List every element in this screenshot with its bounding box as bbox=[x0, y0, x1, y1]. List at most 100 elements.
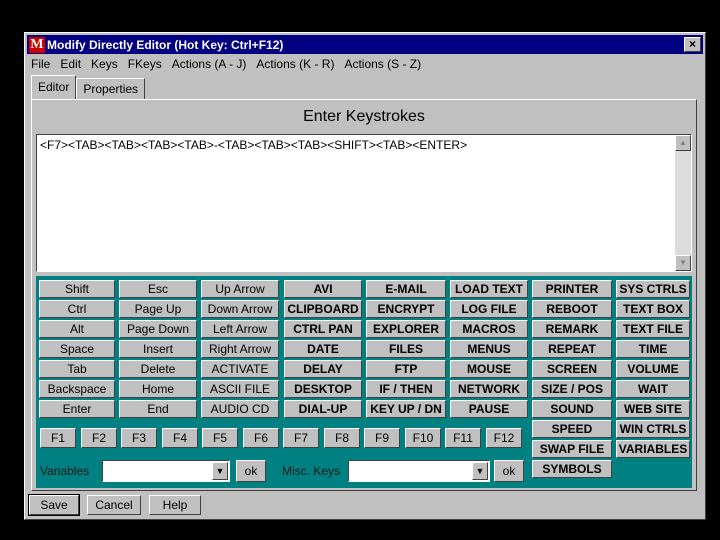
vertical-scrollbar[interactable]: ▲ ▼ bbox=[675, 135, 691, 271]
menu-actions-k-r[interactable]: Actions (K - R) bbox=[256, 57, 334, 71]
key-button[interactable]: TEXT BOX bbox=[616, 300, 690, 318]
menu-actions-a-j[interactable]: Actions (A - J) bbox=[172, 57, 247, 71]
key-button[interactable]: CLIPBOARD bbox=[284, 300, 362, 318]
misc-keys-ok-button[interactable]: ok bbox=[494, 460, 524, 482]
function-key-button[interactable]: F6 bbox=[243, 428, 279, 448]
key-button[interactable]: EXPLORER bbox=[366, 320, 446, 338]
function-key-button[interactable]: F10 bbox=[405, 428, 441, 448]
key-button[interactable]: ACTIVATE bbox=[201, 360, 279, 378]
key-buttons-panel: Variables ▼ ok Misc. Keys ▼ ok Shift Ctrl… bbox=[36, 276, 692, 488]
menu-actions-s-z[interactable]: Actions (S - Z) bbox=[344, 57, 421, 71]
key-button[interactable]: SIZE / POS bbox=[532, 380, 612, 398]
key-button[interactable]: FILES bbox=[366, 340, 446, 358]
key-button[interactable]: Enter bbox=[39, 400, 115, 418]
function-key-button[interactable]: F2 bbox=[81, 428, 117, 448]
key-button[interactable]: Space bbox=[39, 340, 115, 358]
function-key-button[interactable]: F7 bbox=[283, 428, 319, 448]
menu-fkeys[interactable]: FKeys bbox=[128, 57, 162, 71]
key-button[interactable]: WIN CTRLS bbox=[616, 420, 690, 438]
key-button[interactable]: Alt bbox=[39, 320, 115, 338]
key-button[interactable]: ENCRYPT bbox=[366, 300, 446, 318]
key-button[interactable]: MENUS bbox=[450, 340, 528, 358]
key-button[interactable]: DIAL-UP bbox=[284, 400, 362, 418]
key-button[interactable]: CTRL PAN bbox=[284, 320, 362, 338]
key-button[interactable]: Home bbox=[119, 380, 197, 398]
key-button[interactable]: SYMBOLS bbox=[532, 460, 612, 478]
key-button[interactable]: Page Down bbox=[119, 320, 197, 338]
key-button[interactable]: Backspace bbox=[39, 380, 115, 398]
key-button[interactable]: ASCII FILE bbox=[201, 380, 279, 398]
key-button[interactable]: Delete bbox=[119, 360, 197, 378]
key-button[interactable]: NETWORK bbox=[450, 380, 528, 398]
function-key-button[interactable]: F1 bbox=[40, 428, 76, 448]
key-button[interactable]: WAIT bbox=[616, 380, 690, 398]
key-button[interactable]: SYS CTRLS bbox=[616, 280, 690, 298]
key-button[interactable]: SCREEN bbox=[532, 360, 612, 378]
key-button[interactable]: MACROS bbox=[450, 320, 528, 338]
key-button[interactable]: LOG FILE bbox=[450, 300, 528, 318]
key-button[interactable]: Insert bbox=[119, 340, 197, 358]
scroll-up-icon[interactable]: ▲ bbox=[675, 135, 691, 151]
scroll-down-icon[interactable]: ▼ bbox=[675, 255, 691, 271]
key-button[interactable]: AVI bbox=[284, 280, 362, 298]
key-button[interactable]: SPEED bbox=[532, 420, 612, 438]
key-button[interactable]: Esc bbox=[119, 280, 197, 298]
menu-keys[interactable]: Keys bbox=[91, 57, 118, 71]
key-button[interactable]: Tab bbox=[39, 360, 115, 378]
function-key-button[interactable]: F9 bbox=[364, 428, 400, 448]
key-button[interactable]: AUDIO CD bbox=[201, 400, 279, 418]
variables-ok-button[interactable]: ok bbox=[236, 460, 266, 482]
function-key-button[interactable]: F3 bbox=[121, 428, 157, 448]
key-button[interactable]: REBOOT bbox=[532, 300, 612, 318]
save-button[interactable]: Save bbox=[28, 494, 80, 516]
page-title: Enter Keystrokes bbox=[303, 108, 425, 125]
key-button[interactable]: KEY UP / DN bbox=[366, 400, 446, 418]
key-button[interactable]: Page Up bbox=[119, 300, 197, 318]
key-button[interactable]: End bbox=[119, 400, 197, 418]
key-button[interactable]: VARIABLES bbox=[616, 440, 690, 458]
key-button[interactable]: TIME bbox=[616, 340, 690, 358]
variables-label: Variables bbox=[40, 464, 90, 478]
key-button[interactable]: Right Arrow bbox=[201, 340, 279, 358]
key-button[interactable]: LOAD TEXT bbox=[450, 280, 528, 298]
tab-editor[interactable]: Editor bbox=[31, 75, 77, 99]
close-button[interactable]: × bbox=[684, 37, 701, 52]
key-button[interactable]: MOUSE bbox=[450, 360, 528, 378]
key-button[interactable]: SOUND bbox=[532, 400, 612, 418]
function-key-button[interactable]: F4 bbox=[162, 428, 198, 448]
chevron-down-icon[interactable]: ▼ bbox=[212, 462, 228, 480]
function-key-button[interactable]: F11 bbox=[445, 428, 481, 448]
key-button[interactable]: REMARK bbox=[532, 320, 612, 338]
function-key-button[interactable]: F5 bbox=[202, 428, 238, 448]
key-button[interactable]: E-MAIL bbox=[366, 280, 446, 298]
key-button[interactable]: REPEAT bbox=[532, 340, 612, 358]
key-button[interactable]: SWAP FILE bbox=[532, 440, 612, 458]
key-button[interactable]: DATE bbox=[284, 340, 362, 358]
misc-keys-dropdown[interactable]: ▼ bbox=[348, 460, 490, 482]
menu-file[interactable]: File bbox=[31, 57, 50, 71]
key-button[interactable]: DESKTOP bbox=[284, 380, 362, 398]
chevron-down-icon[interactable]: ▼ bbox=[472, 462, 488, 480]
function-key-button[interactable]: F8 bbox=[324, 428, 360, 448]
cancel-button[interactable]: Cancel bbox=[87, 495, 141, 515]
keystrokes-textarea[interactable]: <F7><TAB><TAB><TAB><TAB>-<TAB><TAB><TAB>… bbox=[36, 134, 692, 272]
help-button[interactable]: Help bbox=[149, 495, 201, 515]
key-button[interactable]: Shift bbox=[39, 280, 115, 298]
key-button[interactable]: Down Arrow bbox=[201, 300, 279, 318]
key-button[interactable]: Left Arrow bbox=[201, 320, 279, 338]
key-button[interactable]: VOLUME bbox=[616, 360, 690, 378]
key-button[interactable]: WEB SITE bbox=[616, 400, 690, 418]
key-button[interactable]: Ctrl bbox=[39, 300, 115, 318]
function-key-button[interactable]: F12 bbox=[486, 428, 522, 448]
key-button[interactable]: DELAY bbox=[284, 360, 362, 378]
key-button[interactable]: IF / THEN bbox=[366, 380, 446, 398]
key-button[interactable]: PRINTER bbox=[532, 280, 612, 298]
key-button[interactable]: Up Arrow bbox=[201, 280, 279, 298]
key-button[interactable]: FTP bbox=[366, 360, 446, 378]
variables-dropdown[interactable]: ▼ bbox=[102, 460, 230, 482]
key-button[interactable]: PAUSE bbox=[450, 400, 528, 418]
editor-panel: Enter Keystrokes <F7><TAB><TAB><TAB><TAB… bbox=[31, 99, 697, 491]
menu-edit[interactable]: Edit bbox=[60, 57, 81, 71]
key-button[interactable]: TEXT FILE bbox=[616, 320, 690, 338]
tab-properties[interactable]: Properties bbox=[76, 78, 146, 99]
